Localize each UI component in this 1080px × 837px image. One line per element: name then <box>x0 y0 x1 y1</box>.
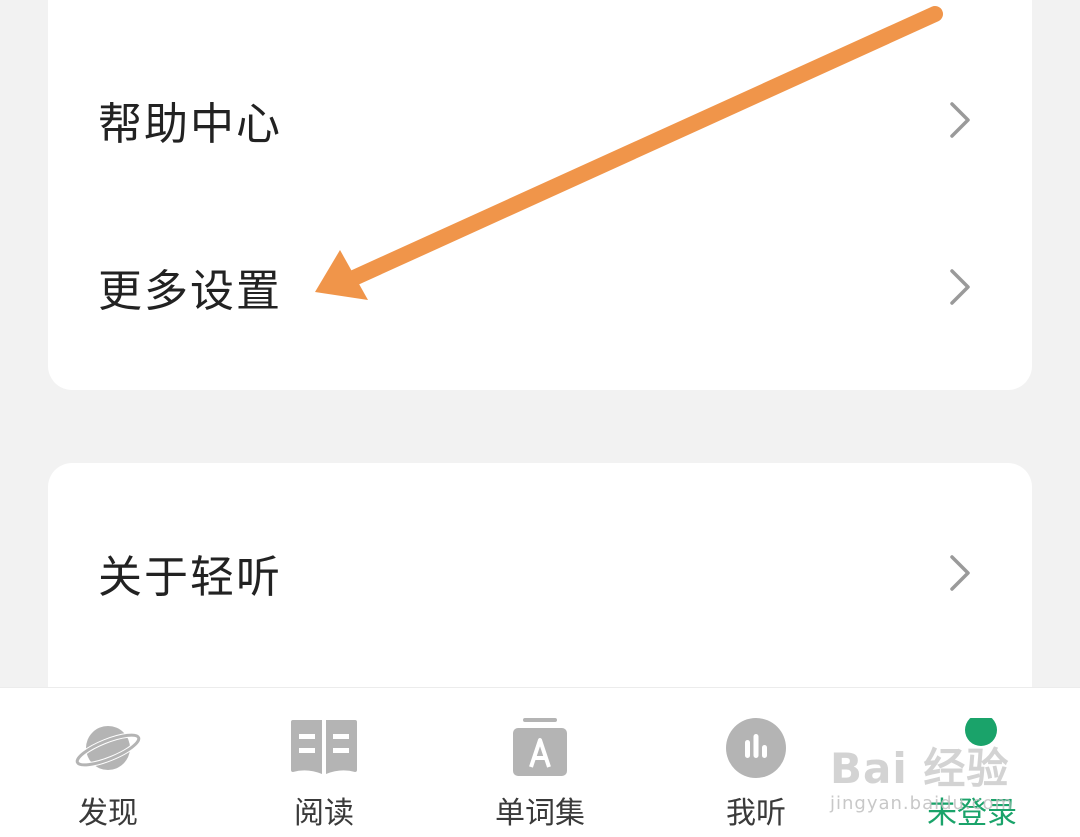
chevron-right-icon <box>950 555 970 591</box>
bottom-navigation: 发现 阅读 单词集 我听 未登录 <box>0 687 1080 837</box>
about-label: 关于轻听 <box>98 552 282 603</box>
menu-item-help-center[interactable]: 帮助中心 <box>48 60 1032 180</box>
more-settings-label: 更多设置 <box>98 266 282 317</box>
green-dot-icon <box>965 718 997 746</box>
nav-read-label: 阅读 <box>294 796 354 831</box>
chevron-right-icon <box>950 269 970 305</box>
nav-discover[interactable]: 发现 <box>0 688 216 837</box>
settings-card-about: 关于轻听 <box>48 463 1032 723</box>
menu-item-more-settings[interactable]: 更多设置 <box>48 227 1032 347</box>
chevron-right-icon <box>950 102 970 138</box>
book-icon <box>291 720 357 774</box>
help-center-label: 帮助中心 <box>98 99 282 150</box>
nav-vocab[interactable]: 单词集 <box>432 688 648 837</box>
nav-vocab-label: 单词集 <box>495 796 585 831</box>
nav-profile[interactable]: 未登录 <box>864 688 1080 837</box>
letter-a-card-icon <box>513 718 567 776</box>
nav-listen[interactable]: 我听 <box>648 688 864 837</box>
nav-listen-label: 我听 <box>726 796 786 831</box>
nav-profile-label: 未登录 <box>927 796 1017 831</box>
planet-icon <box>74 726 142 770</box>
audio-bars-icon <box>726 718 786 778</box>
menu-item-about[interactable]: 关于轻听 <box>48 513 1032 633</box>
settings-card-top: 帮助中心 更多设置 <box>48 0 1032 390</box>
nav-discover-label: 发现 <box>78 796 138 831</box>
nav-read[interactable]: 阅读 <box>216 688 432 837</box>
